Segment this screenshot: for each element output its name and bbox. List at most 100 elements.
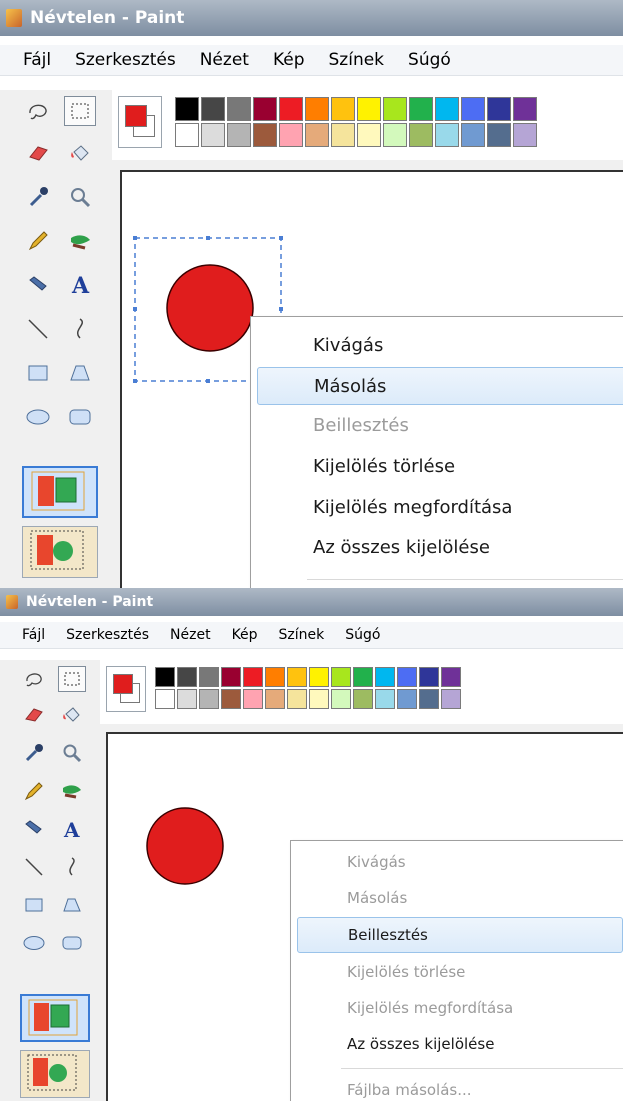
curve-icon[interactable] xyxy=(58,854,86,880)
text-tool-icon[interactable]: A xyxy=(58,816,86,842)
opaque-selection-option[interactable] xyxy=(20,994,90,1042)
color-swatch[interactable] xyxy=(309,667,329,687)
color-swatch[interactable] xyxy=(513,123,537,147)
menu-item-copy[interactable]: Másolás xyxy=(291,881,623,915)
fill-bucket-icon[interactable] xyxy=(58,702,86,728)
color-swatch[interactable] xyxy=(309,689,329,709)
color-swatch[interactable] xyxy=(199,689,219,709)
color-swatch[interactable] xyxy=(305,97,329,121)
menu-help[interactable]: Súgó xyxy=(408,50,451,70)
line-icon[interactable] xyxy=(22,314,54,344)
color-swatch[interactable] xyxy=(227,123,251,147)
ellipse-icon[interactable] xyxy=(22,402,54,432)
eraser-icon[interactable] xyxy=(22,138,54,168)
current-colors[interactable] xyxy=(106,666,146,712)
rect-select-icon[interactable] xyxy=(64,96,96,126)
menu-item-invert-selection[interactable]: Kijelölés megfordítása xyxy=(291,991,623,1025)
pencil-icon[interactable] xyxy=(20,778,48,804)
menu-image[interactable]: Kép xyxy=(273,50,305,70)
color-swatch[interactable] xyxy=(201,123,225,147)
color-swatch[interactable] xyxy=(353,667,373,687)
color-swatch[interactable] xyxy=(287,689,307,709)
brush-icon[interactable] xyxy=(58,778,86,804)
rounded-rect-icon[interactable] xyxy=(58,930,86,956)
color-swatch[interactable] xyxy=(353,689,373,709)
pencil-icon[interactable] xyxy=(22,226,54,256)
color-swatch[interactable] xyxy=(177,689,197,709)
color-swatch[interactable] xyxy=(441,689,461,709)
color-swatch[interactable] xyxy=(265,667,285,687)
ellipse-icon[interactable] xyxy=(20,930,48,956)
menu-item-select-all[interactable]: Az összes kijelölése xyxy=(291,1027,623,1061)
rectangle-icon[interactable] xyxy=(20,892,48,918)
free-select-icon[interactable] xyxy=(22,96,54,126)
eraser-icon[interactable] xyxy=(20,702,48,728)
airbrush-icon[interactable] xyxy=(22,270,54,300)
color-swatch[interactable] xyxy=(175,97,199,121)
menu-item-invert-selection[interactable]: Kijelölés megfordítása xyxy=(251,489,623,525)
color-picker-icon[interactable] xyxy=(22,182,54,212)
free-select-icon[interactable] xyxy=(20,666,48,692)
color-swatch[interactable] xyxy=(253,97,277,121)
rect-select-icon[interactable] xyxy=(58,666,86,692)
color-swatch[interactable] xyxy=(331,97,355,121)
fill-bucket-icon[interactable] xyxy=(64,138,96,168)
color-swatch[interactable] xyxy=(383,97,407,121)
color-picker-icon[interactable] xyxy=(20,740,48,766)
menu-item-select-all[interactable]: Az összes kijelölése xyxy=(251,529,623,565)
color-swatch[interactable] xyxy=(177,667,197,687)
current-colors[interactable] xyxy=(118,96,162,148)
color-swatch[interactable] xyxy=(243,689,263,709)
color-swatch[interactable] xyxy=(397,689,417,709)
color-swatch[interactable] xyxy=(409,123,433,147)
color-swatch[interactable] xyxy=(227,97,251,121)
menu-edit[interactable]: Szerkesztés xyxy=(66,627,149,643)
color-swatch[interactable] xyxy=(253,123,277,147)
color-swatch[interactable] xyxy=(243,667,263,687)
airbrush-icon[interactable] xyxy=(20,816,48,842)
color-swatch[interactable] xyxy=(357,123,381,147)
menu-item-clear-selection[interactable]: Kijelölés törlése xyxy=(291,955,623,989)
color-swatch[interactable] xyxy=(487,123,511,147)
magnifier-icon[interactable] xyxy=(64,182,96,212)
color-swatch[interactable] xyxy=(435,123,459,147)
menu-file[interactable]: Fájl xyxy=(22,627,45,643)
menu-item-copy-to-file[interactable]: Fájlba másolás... xyxy=(291,1073,623,1101)
color-swatch[interactable] xyxy=(419,689,439,709)
color-swatch[interactable] xyxy=(375,667,395,687)
color-swatch[interactable] xyxy=(287,667,307,687)
rectangle-icon[interactable] xyxy=(22,358,54,388)
line-icon[interactable] xyxy=(20,854,48,880)
color-swatch[interactable] xyxy=(155,689,175,709)
color-swatch[interactable] xyxy=(461,97,485,121)
color-swatch[interactable] xyxy=(487,97,511,121)
menu-file[interactable]: Fájl xyxy=(23,50,51,70)
color-swatch[interactable] xyxy=(221,689,241,709)
magnifier-icon[interactable] xyxy=(58,740,86,766)
menu-item-paste[interactable]: Beillesztés xyxy=(251,407,623,443)
color-swatch[interactable] xyxy=(331,689,351,709)
menu-item-cut[interactable]: Kivágás xyxy=(291,845,623,879)
color-swatch[interactable] xyxy=(175,123,199,147)
color-swatch[interactable] xyxy=(461,123,485,147)
menu-item-copy[interactable]: Másolás xyxy=(257,367,623,405)
color-swatch[interactable] xyxy=(383,123,407,147)
menu-edit[interactable]: Szerkesztés xyxy=(75,50,176,70)
transparent-selection-option[interactable] xyxy=(22,526,98,578)
color-swatch[interactable] xyxy=(331,123,355,147)
color-swatch[interactable] xyxy=(201,97,225,121)
rounded-rect-icon[interactable] xyxy=(64,402,96,432)
menu-help[interactable]: Súgó xyxy=(345,627,380,643)
color-swatch[interactable] xyxy=(221,667,241,687)
menu-item-clear-selection[interactable]: Kijelölés törlése xyxy=(251,448,623,484)
color-swatch[interactable] xyxy=(357,97,381,121)
color-swatch[interactable] xyxy=(375,689,395,709)
menu-image[interactable]: Kép xyxy=(232,627,258,643)
menu-view[interactable]: Nézet xyxy=(170,627,211,643)
color-swatch[interactable] xyxy=(199,667,219,687)
menu-colors[interactable]: Színek xyxy=(279,627,325,643)
color-swatch[interactable] xyxy=(331,667,351,687)
polygon-icon[interactable] xyxy=(58,892,86,918)
menu-colors[interactable]: Színek xyxy=(329,50,385,70)
color-swatch[interactable] xyxy=(441,667,461,687)
